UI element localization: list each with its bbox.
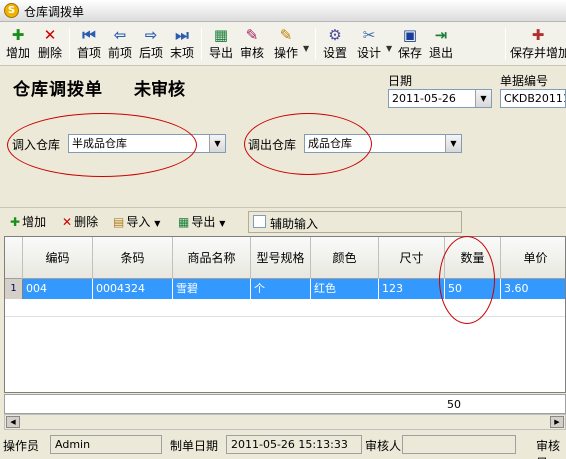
- grid-totals-row: 50: [4, 394, 566, 414]
- save-icon: ▣: [402, 26, 418, 44]
- row-number-header: [5, 237, 23, 279]
- annotation-ellipse-quantity: [439, 236, 495, 324]
- window-title: 仓库调拨单: [24, 5, 85, 19]
- operator-field: Admin: [50, 435, 162, 454]
- column-header[interactable]: 条码: [93, 237, 173, 279]
- document-status: 未审核: [134, 80, 185, 100]
- scroll-left-icon[interactable]: ◀: [6, 416, 20, 428]
- grid-import-button[interactable]: ▤ 导入 ▼: [113, 213, 160, 230]
- document-title: 仓库调拨单: [13, 80, 103, 100]
- grid-toolbar: ✚ 增加 ✕ 删除 ▤ 导入 ▼ ▦ 导出 ▼ 辅助输入: [0, 207, 566, 235]
- exit-icon: ⇥: [434, 26, 448, 44]
- exit-button[interactable]: ⇥ 退出: [427, 25, 455, 63]
- excel-export-icon: ▦: [213, 26, 229, 44]
- save-and-add-icon: ✚: [531, 26, 545, 44]
- last-button[interactable]: ⏭ 末项: [168, 25, 196, 63]
- export-button[interactable]: ▦ 导出: [207, 25, 235, 63]
- status-bar: 操作员 Admin 制单日期 2011-05-26 15:13:33 审核人 审…: [0, 432, 566, 459]
- title-bar: S 仓库调拨单: [0, 0, 566, 22]
- horizontal-scrollbar[interactable]: ◀ ▶: [4, 414, 566, 430]
- prev-button[interactable]: ⇦ 前项: [106, 25, 134, 63]
- date-field[interactable]: 2011-05-26 ▼: [388, 89, 492, 108]
- create-date-field: 2011-05-26 15:13:33: [226, 435, 362, 454]
- assist-input-checkbox[interactable]: [253, 215, 266, 228]
- grid-add-button[interactable]: ✚ 增加: [10, 213, 46, 230]
- operate-button[interactable]: ✎ 操作: [270, 25, 302, 63]
- column-header[interactable]: 商品名称: [173, 237, 251, 279]
- toolbar-separator: [315, 28, 316, 60]
- export-dropdown-icon[interactable]: ▼: [219, 219, 225, 228]
- scroll-right-icon[interactable]: ▶: [550, 416, 564, 428]
- cell-size[interactable]: 123: [379, 279, 445, 299]
- assist-input-label: 辅助输入: [270, 217, 319, 231]
- design-dropdown-icon[interactable]: ▼: [386, 44, 392, 53]
- toolbar-separator: [69, 28, 70, 60]
- next-icon: ⇨: [144, 26, 158, 44]
- excel-export-icon: ▦: [178, 215, 190, 229]
- prev-icon: ⇦: [113, 26, 127, 44]
- app-icon: S: [4, 3, 19, 18]
- assist-input-box: 辅助输入: [248, 211, 462, 233]
- docno-label: 单据编号: [500, 74, 549, 88]
- first-icon: ⏮: [82, 26, 96, 44]
- cell-color[interactable]: 红色: [311, 279, 379, 299]
- operate-dropdown-icon[interactable]: ▼: [303, 44, 309, 53]
- out-warehouse-dropdown-icon[interactable]: ▼: [445, 135, 461, 152]
- cell-spec[interactable]: 个: [251, 279, 311, 299]
- row-number[interactable]: 1: [5, 279, 23, 299]
- last-icon: ⏭: [175, 26, 189, 44]
- main-toolbar: ✚ 增加 ✕ 删除 ⏮ 首项 ⇦ 前项 ⇨ 后项 ⏭ 末项 ▦ 导出 ✎ 审核 …: [0, 22, 566, 66]
- date-dropdown-icon[interactable]: ▼: [475, 90, 491, 107]
- column-header[interactable]: 编码: [23, 237, 93, 279]
- grid-export-button[interactable]: ▦ 导出 ▼: [178, 213, 225, 230]
- annotation-ellipse-out-warehouse: [244, 113, 372, 175]
- reviewer-label: 审核人: [365, 439, 402, 453]
- docno-field[interactable]: CKDB2011105: [500, 89, 566, 108]
- settings-icon: ⚙: [328, 26, 342, 44]
- add-icon: ✚: [11, 26, 25, 44]
- reviewer-field: [402, 435, 516, 454]
- first-button[interactable]: ⏮ 首项: [75, 25, 103, 63]
- operate-icon: ✎: [279, 26, 293, 44]
- grid-delete-button[interactable]: ✕ 删除: [62, 213, 98, 230]
- delete-button[interactable]: ✕ 删除: [36, 25, 64, 63]
- delete-icon: ✕: [43, 26, 57, 44]
- cell-product-name[interactable]: 雪碧: [173, 279, 251, 299]
- column-header[interactable]: 颜色: [311, 237, 379, 279]
- audit-icon: ✎: [245, 26, 259, 44]
- import-icon: ▤: [113, 215, 125, 229]
- operator-label: 操作员: [3, 439, 40, 453]
- add-button[interactable]: ✚ 增加: [4, 25, 32, 63]
- cell-unit-price[interactable]: 3.60: [501, 279, 565, 299]
- next-button[interactable]: ⇨ 后项: [137, 25, 165, 63]
- column-header[interactable]: 型号规格: [251, 237, 311, 279]
- annotation-ellipse-in-warehouse: [7, 113, 197, 177]
- toolbar-separator: [201, 28, 202, 60]
- column-header[interactable]: 尺寸: [379, 237, 445, 279]
- create-date-label: 制单日期: [170, 439, 219, 453]
- column-header[interactable]: 单价: [501, 237, 565, 279]
- in-warehouse-dropdown-icon[interactable]: ▼: [209, 135, 225, 152]
- cell-barcode[interactable]: 0004324: [93, 279, 173, 299]
- toolbar-separator: [505, 28, 506, 60]
- settings-button[interactable]: ⚙ 设置: [321, 25, 349, 63]
- total-quantity: 50: [447, 398, 461, 411]
- date-label: 日期: [388, 74, 413, 88]
- save-button[interactable]: ▣ 保存: [396, 25, 424, 63]
- add-icon: ✚: [10, 215, 21, 229]
- import-dropdown-icon[interactable]: ▼: [154, 219, 160, 228]
- paperclip-icon: ✂: [362, 26, 376, 44]
- audit-button[interactable]: ✎ 审核: [238, 25, 266, 63]
- save-and-add-button[interactable]: ✚ 保存并增加: [510, 25, 566, 63]
- delete-icon: ✕: [62, 215, 73, 229]
- design-button[interactable]: ✂ 设计: [355, 25, 383, 63]
- cell-code[interactable]: 004: [23, 279, 93, 299]
- review-date-label: 审核日: [536, 439, 561, 459]
